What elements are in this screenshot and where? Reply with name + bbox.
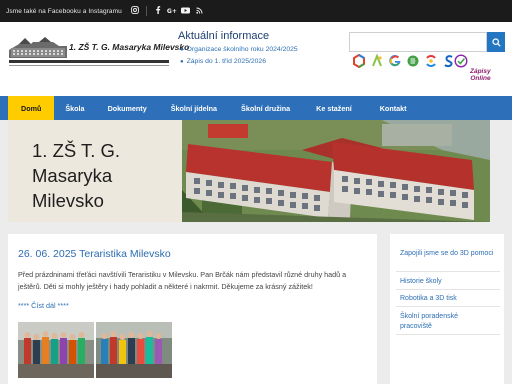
news-item-label: Organizace školního roku 2024/2025 [186,46,298,53]
app-links: Zápisy Online [352,54,502,90]
sidebar-item-poradenske-pracoviste[interactable]: Školní poradenské pracoviště [400,312,490,332]
divider [145,6,147,16]
hero-banner: 1. ZŠ T. G. Masaryka Milevsko [8,120,490,222]
youtube-icon[interactable] [179,7,193,16]
zapisy-line2: Online [470,75,491,82]
news-list: ● Organizace školního roku 2024/2025 ● Záp… [178,44,298,68]
bullet-icon: ● [180,47,184,53]
nav-item-kontakt[interactable]: Kontakt [366,96,421,120]
edookit-icon[interactable] [406,54,420,68]
top-bar: Jsme také na Facebooku a Instagramu G+ [0,0,512,22]
bakalari-icon[interactable] [370,54,384,68]
facebook-icon[interactable] [151,6,165,16]
nav-item-dokumenty[interactable]: Dokumenty [96,96,159,120]
sidebar-divider [396,334,500,335]
sidebar-item-3d-pomoc[interactable]: Zapojili jsme se do 3D pomoci [400,249,496,259]
news-title: Aktuální informace [178,30,270,42]
sidebar-item-historie[interactable]: Historie školy [400,277,496,287]
search-box [349,32,505,52]
logo-underline [9,60,169,63]
search-icon [491,37,501,47]
sidebar-divider [396,289,500,290]
main-navigation: Domů Škola Dokumenty Školní jídelna Škol… [0,96,512,120]
search-button[interactable] [487,32,505,52]
google-plus-icon[interactable]: G+ [165,8,179,15]
social-text: Jsme také na Facebooku a Instagramu [6,7,122,15]
zapisy-online-link[interactable]: Zápisy Online [470,68,491,82]
bullet-icon: ● [180,59,184,65]
check-icon[interactable] [454,54,468,68]
nav-items: Domů Škola Dokumenty Školní jídelna Škol… [8,96,421,120]
read-more-link[interactable]: **** Číst dál **** [18,301,69,310]
news-item-label: Zápis do 1. tříd 2025/2026 [186,58,266,65]
sidebar-divider [396,306,500,307]
office-icon[interactable] [352,54,366,68]
banner-title: 1. ZŠ T. G. Masaryka Milevsko [32,140,121,211]
post-card: 26. 06. 2025 Teraristika Milevsko Před p… [8,234,377,384]
post-title[interactable]: 26. 06. 2025 Teraristika Milevsko [18,248,171,260]
google-icon[interactable] [388,54,402,68]
skolaonline-icon[interactable] [424,54,438,68]
zapisy-line1: Zápisy [470,68,491,75]
search-input[interactable] [349,32,487,52]
news-box: Aktuální informace ● Organizace školního … [178,30,298,68]
school-building-logo-icon [9,37,67,58]
news-item[interactable]: ● Organizace školního roku 2024/2025 [180,44,298,56]
school-logo[interactable]: 1. ZŠ T. G. Masaryka Milevsko [9,32,189,72]
logo-text: 1. ZŠ T. G. Masaryka Milevsko [69,42,190,52]
nav-item-skola[interactable]: Škola [54,96,95,120]
rss-icon[interactable] [193,7,207,16]
post-photo[interactable] [18,322,94,378]
instagram-icon[interactable] [128,6,142,16]
post-photo[interactable] [96,322,172,378]
social-links: G+ [128,6,207,16]
site-header: 1. ZŠ T. G. Masaryka Milevsko Aktuální i… [0,22,512,96]
nav-item-skolni-druzina[interactable]: Školní družina [229,96,302,120]
nav-item-domu[interactable]: Domů [8,96,55,120]
school-aerial-photo [182,120,490,222]
post-text: Před prázdninami třeťáci navštívili Tera… [18,270,347,291]
banner-text-panel: 1. ZŠ T. G. Masaryka Milevsko [8,120,182,222]
nav-item-ke-stazeni[interactable]: Ke stažení [302,96,366,120]
logo-underline-thin [9,65,169,66]
sidebar: Zapojili jsme se do 3D pomoci Historie š… [390,234,504,384]
news-item[interactable]: ● Zápis do 1. tříd 2025/2026 [180,56,298,68]
sidebar-item-robotika[interactable]: Robotika a 3D tisk [400,294,496,304]
sidebar-divider [396,271,500,272]
nav-item-skolni-jidelna[interactable]: Školní jídelna [159,96,229,120]
